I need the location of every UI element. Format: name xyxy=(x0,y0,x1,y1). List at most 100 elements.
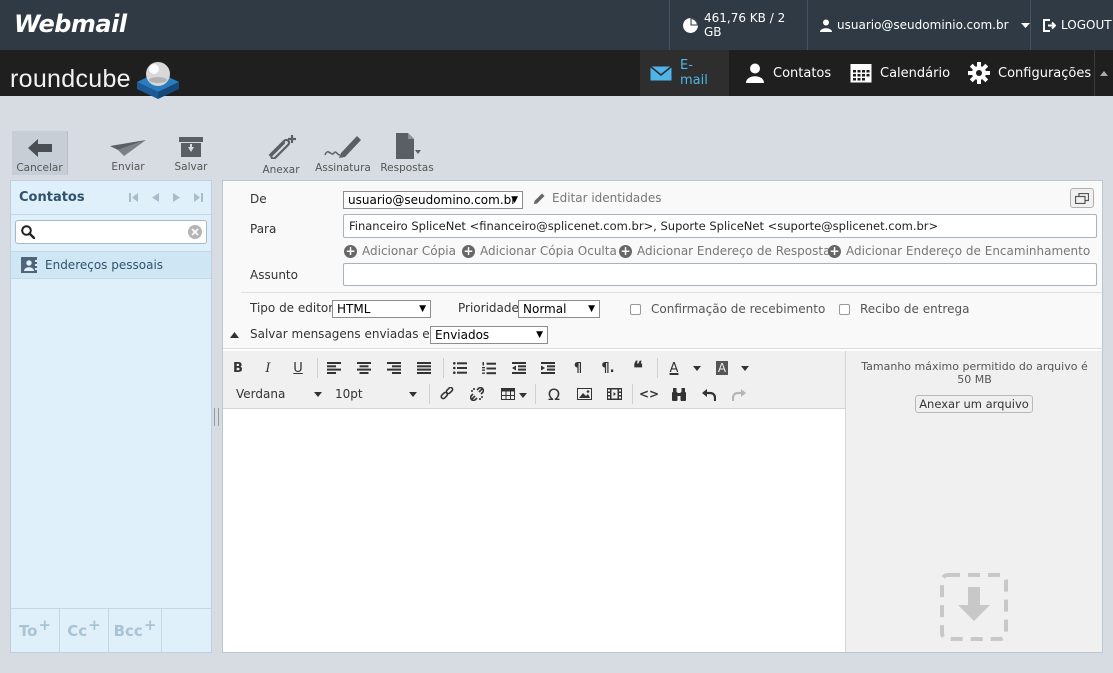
search-replace-button[interactable] xyxy=(668,383,690,405)
bold-button[interactable]: B xyxy=(227,357,249,379)
dropdown-arrow-icon[interactable] xyxy=(519,393,527,398)
message-body-editor[interactable] xyxy=(223,409,845,652)
link-icon xyxy=(440,387,454,401)
paper-plane-icon xyxy=(110,140,146,156)
responses-button[interactable]: Respostas xyxy=(377,131,437,174)
editor-type-label: Tipo de editor xyxy=(250,301,334,315)
outdent-button[interactable] xyxy=(508,357,530,379)
maximize-editor-button[interactable] xyxy=(1070,188,1094,208)
to-field[interactable]: Financeiro SpliceNet <financeiro@splicen… xyxy=(343,214,1097,238)
source-code-button[interactable]: <> xyxy=(638,383,660,405)
roundcube-logo[interactable]: roundcube xyxy=(10,58,183,100)
insert-image-button[interactable] xyxy=(573,383,595,405)
tab-email-label: E-mail xyxy=(680,58,708,88)
drop-zone-icon[interactable] xyxy=(940,573,1008,641)
next-page-icon[interactable] xyxy=(173,193,180,202)
text-color-button[interactable]: A xyxy=(663,357,685,379)
pencil-icon xyxy=(533,192,546,205)
font-family-select[interactable]: Verdana xyxy=(236,383,322,405)
clear-search-icon[interactable] xyxy=(188,225,202,239)
add-followupto-link[interactable]: + Adicionar Endereço de Encaminhamento xyxy=(828,244,1090,258)
numbered-list-button[interactable] xyxy=(478,357,500,379)
add-bcc-label: Bcc xyxy=(113,621,143,640)
remove-link-button[interactable] xyxy=(466,383,488,405)
contacts-search-input[interactable] xyxy=(38,223,178,241)
collapse-header-button[interactable] xyxy=(1094,50,1113,96)
font-size-select[interactable]: 10pt xyxy=(335,383,417,405)
send-button[interactable]: Enviar xyxy=(98,131,158,173)
font-family-value: Verdana xyxy=(236,387,286,401)
tab-calendar[interactable]: Calendário xyxy=(840,50,958,96)
edit-identities-link[interactable]: Editar identidades xyxy=(533,191,662,205)
user-menu[interactable]: usuario@seudominio.com.br xyxy=(807,0,1030,50)
insert-media-button[interactable] xyxy=(603,383,625,405)
delivery-receipt-checkbox[interactable]: Recibo de entrega xyxy=(839,302,969,316)
signature-button[interactable]: Assinatura xyxy=(313,131,373,174)
contacts-panel: Contatos Endereços pessoais To + Cc + Bcc + xyxy=(10,180,212,653)
image-icon xyxy=(576,388,592,400)
background-color-button[interactable]: A xyxy=(711,357,733,379)
dropdown-arrow-icon[interactable] xyxy=(693,366,701,371)
header-separator xyxy=(241,292,1102,293)
save-button[interactable]: Salvar xyxy=(161,131,221,173)
dropdown-arrow-icon: ▼ xyxy=(511,195,518,205)
editor-type-value: HTML xyxy=(337,302,371,316)
logout-button[interactable]: LOGOUT xyxy=(1030,0,1113,50)
subject-field[interactable] xyxy=(343,263,1097,286)
blockquote-button[interactable]: ❝ xyxy=(627,357,649,379)
checkbox-box xyxy=(839,303,850,315)
edit-identities-label: Editar identidades xyxy=(552,191,662,205)
editor-type-select[interactable]: HTML ▼ xyxy=(332,300,431,318)
addressbook-personal[interactable]: Endereços pessoais xyxy=(11,251,211,279)
save-sent-select[interactable]: Enviados ▼ xyxy=(430,326,548,344)
person-icon xyxy=(745,63,773,83)
bullet-list-icon xyxy=(453,362,467,374)
panel-splitter[interactable] xyxy=(214,408,219,426)
cancel-button[interactable]: Cancelar xyxy=(12,131,68,175)
underline-button[interactable]: U xyxy=(287,357,309,379)
attach-file-button[interactable]: Anexar um arquivo xyxy=(915,395,1033,413)
add-cc-button[interactable]: Cc + xyxy=(60,609,109,652)
collapse-options-icon[interactable] xyxy=(230,332,239,338)
from-select[interactable]: usuario@seudomino.com.br ▼ xyxy=(343,191,523,209)
dropdown-arrow-icon[interactable] xyxy=(741,366,749,371)
top-bar: Webmail 461,76 KB / 2 GB usuario@seudomi… xyxy=(0,0,1113,50)
prev-page-icon[interactable] xyxy=(152,193,159,202)
subject-label: Assunto xyxy=(250,268,298,282)
rtl-button[interactable]: ¶. xyxy=(597,357,619,379)
priority-label: Prioridade xyxy=(458,301,519,315)
align-justify-button[interactable] xyxy=(413,357,435,379)
insert-table-button[interactable] xyxy=(497,383,519,405)
plus-circle-icon: + xyxy=(828,243,841,258)
tab-settings[interactable]: Configurações xyxy=(958,50,1094,96)
add-bcc-link[interactable]: + Adicionar Cópia Oculta xyxy=(462,244,617,258)
numbered-list-icon xyxy=(482,361,496,375)
undo-button[interactable] xyxy=(698,383,720,405)
add-to-button[interactable]: To + xyxy=(11,609,60,652)
insert-link-button[interactable] xyxy=(436,383,458,405)
italic-button[interactable]: I xyxy=(257,357,279,379)
align-right-button[interactable] xyxy=(383,357,405,379)
tab-email[interactable]: E-mail xyxy=(640,50,729,96)
film-icon xyxy=(606,388,622,400)
read-receipt-checkbox[interactable]: Confirmação de recebimento xyxy=(630,302,825,316)
bullet-list-button[interactable] xyxy=(449,357,471,379)
align-left-button[interactable] xyxy=(323,357,345,379)
special-char-button[interactable]: Ω xyxy=(543,383,565,405)
attachment-size-info: Tamanho máximo permitido do arquivo é 50… xyxy=(861,360,1088,386)
logo-text: roundcube xyxy=(10,64,131,93)
add-cc-link[interactable]: + Adicionar Cópia xyxy=(344,244,456,258)
indent-button[interactable] xyxy=(537,357,559,379)
add-bcc-button[interactable]: Bcc + xyxy=(109,609,162,652)
ltr-button[interactable]: ¶ xyxy=(567,357,589,379)
redo-button[interactable] xyxy=(728,383,750,405)
first-page-icon[interactable] xyxy=(129,193,138,202)
attach-button[interactable]: Anexar xyxy=(251,131,311,176)
priority-select[interactable]: Normal ▼ xyxy=(518,300,600,318)
align-center-button[interactable] xyxy=(353,357,375,379)
contacts-pager xyxy=(129,193,203,202)
tab-contacts[interactable]: Contatos xyxy=(735,50,839,96)
add-replyto-link[interactable]: + Adicionar Endereço de Resposta xyxy=(619,244,830,258)
last-page-icon[interactable] xyxy=(194,193,203,202)
arrow-left-icon xyxy=(27,139,52,157)
